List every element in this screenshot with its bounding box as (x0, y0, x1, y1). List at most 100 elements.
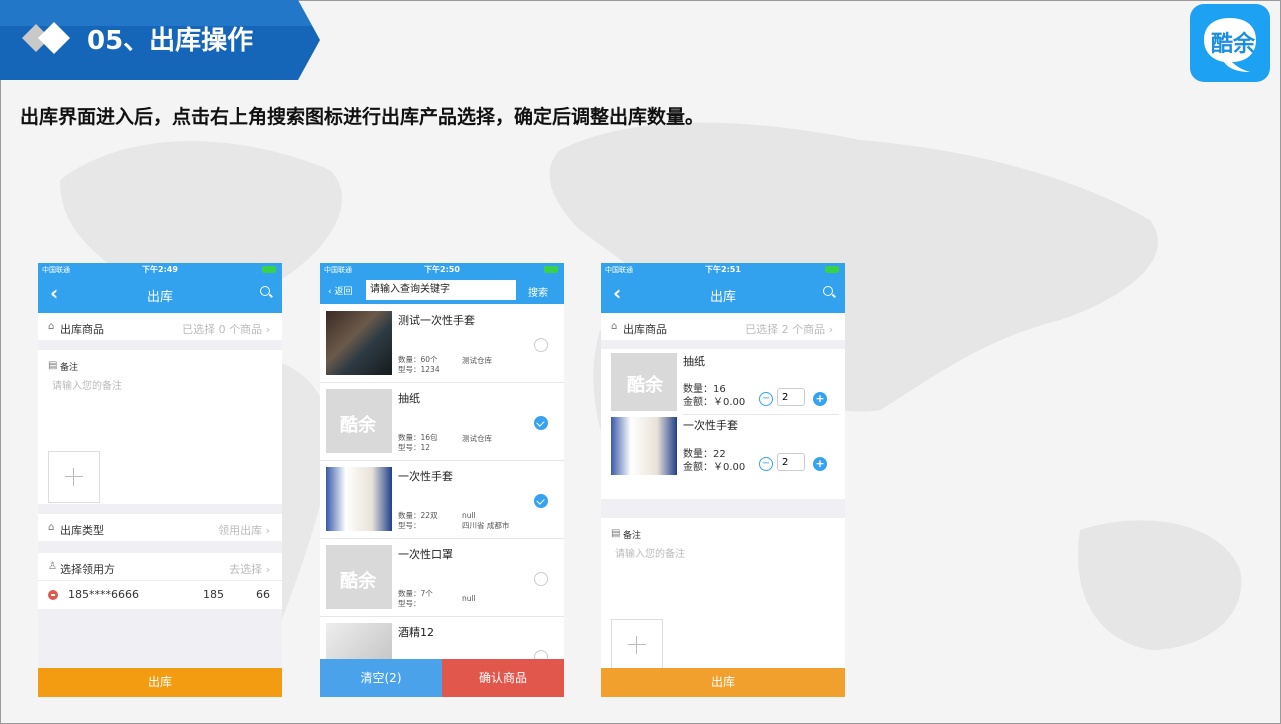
product-location: 测试仓库 (462, 356, 492, 365)
status-time: 下午2:51 (705, 265, 741, 274)
receiver-label: 选择领用方 (60, 563, 115, 576)
product-location-city: 四川省 成都市 (462, 521, 510, 530)
status-time: 下午2:49 (142, 265, 178, 274)
list-item[interactable]: 酷余 抽纸 数量：16包 型号：12 测试仓库 (320, 383, 564, 461)
note-icon: ▤ (611, 528, 621, 539)
status-bar: 中国联通 下午2:50 (320, 263, 564, 277)
goods-label: 出库商品 (60, 323, 104, 336)
remark-input[interactable]: 请输入您的备注 (615, 545, 685, 560)
remark-section: ▤ 备注 请输入您的备注 (601, 518, 845, 671)
selected-goods-list: 酷余 抽纸 数量：16 金额：￥0.00 − 2 + 一次性手套 数量：22 金… (601, 349, 845, 499)
product-amount: 金额：￥0.00 (683, 462, 746, 473)
product-qty: 数量：7个 (398, 589, 433, 598)
outbound-type-row[interactable]: ⌂ 出库类型 领用出库 › (38, 514, 282, 541)
product-qty: 数量：16包 (398, 433, 438, 442)
phone-screen-outbound-empty: 中国联通 下午2:49 ‹ 出库 ⌂ 出库商品 已选择 0 个商品 › ▤ 备注… (38, 263, 282, 697)
product-name: 测试一次性手套 (398, 314, 475, 327)
search-icon[interactable] (823, 286, 833, 296)
outbound-goods-row[interactable]: ⌂ 出库商品 已选择 0 个商品 › (38, 313, 282, 340)
type-value: 领用出库 › (218, 524, 270, 537)
search-button[interactable]: 搜索 (528, 284, 548, 299)
search-icon[interactable] (260, 286, 270, 296)
product-location: 测试仓库 (462, 434, 492, 443)
warehouse-icon: ⌂ (48, 321, 55, 332)
status-time: 下午2:50 (424, 265, 460, 274)
phone-screen-outbound-selected: 中国联通 下午2:51 ‹ 出库 ⌂ 出库商品 已选择 2 个商品 › 酷余 抽… (601, 263, 845, 697)
person-icon: ♙ (48, 561, 57, 572)
receiver-row[interactable]: ♙ 选择领用方 去选择 › (38, 553, 282, 581)
product-amount: 金额：￥0.00 (683, 397, 746, 408)
type-label: 出库类型 (60, 524, 104, 537)
nav-bar: ‹ 出库 (38, 277, 282, 313)
product-name: 抽纸 (683, 355, 705, 368)
product-location: null (462, 511, 476, 520)
product-thumbnail (326, 311, 392, 375)
page-title: 05、出库操作 (87, 26, 254, 56)
product-name: 酒精12 (398, 626, 434, 639)
remark-label: 备注 (623, 531, 642, 541)
product-thumbnail (611, 417, 677, 475)
battery-icon (825, 266, 839, 273)
warehouse-icon: ⌂ (611, 321, 618, 332)
add-photo-button[interactable] (48, 451, 100, 503)
goods-value: 已选择 0 个商品 › (182, 323, 270, 336)
search-input[interactable]: 请输入查询关键字 (366, 280, 516, 300)
clear-button[interactable]: 清空(2) (320, 659, 442, 697)
product-thumbnail (326, 467, 392, 531)
back-button[interactable]: ‹ 返回 (328, 284, 352, 297)
outbound-submit-button[interactable]: 出库 (601, 668, 845, 697)
minus-icon[interactable]: − (759, 392, 773, 406)
battery-icon (262, 266, 276, 273)
list-item[interactable]: 酷余 一次性口罩 数量：7个 型号： null (320, 539, 564, 617)
product-placeholder-image: 酷余 (326, 545, 392, 609)
product-model: 型号：1234 (398, 365, 440, 374)
status-bar: 中国联通 下午2:51 (601, 263, 845, 277)
list-item[interactable]: 一次性手套 数量：22双 型号： null 四川省 成都市 (320, 461, 564, 539)
receiver-phone-mid: 185 (203, 588, 224, 601)
product-qty: 数量：22 (683, 449, 726, 460)
confirm-products-button[interactable]: 确认商品 (442, 659, 564, 697)
product-placeholder-image: 酷余 (611, 353, 677, 411)
logo-text: 酷余 (1211, 32, 1256, 57)
receiver-value: 去选择 › (229, 563, 270, 576)
quantity-input[interactable]: 2 (777, 453, 805, 471)
remark-label: 备注 (60, 363, 79, 373)
plus-icon[interactable]: + (813, 392, 827, 406)
product-qty: 数量：60个 (398, 355, 438, 364)
outbound-goods-row[interactable]: ⌂ 出库商品 已选择 2 个商品 › (601, 313, 845, 340)
select-radio-checked[interactable] (534, 416, 548, 430)
plus-icon[interactable]: + (813, 457, 827, 471)
receiver-phone-end: 66 (256, 588, 270, 601)
nav-title: 出库 (146, 290, 173, 305)
status-bar: 中国联通 下午2:49 (38, 263, 282, 277)
select-radio-checked[interactable] (534, 494, 548, 508)
outbound-submit-button[interactable]: 出库 (38, 668, 282, 697)
remark-input[interactable]: 请输入您的备注 (52, 377, 122, 392)
product-location: null (462, 594, 476, 603)
remark-section: ▤ 备注 请输入您的备注 (38, 350, 282, 504)
product-name: 一次性手套 (683, 419, 738, 432)
instruction-text: 出库界面进入后，点击右上角搜索图标进行出库产品选择，确定后调整出库数量。 (20, 106, 705, 128)
nav-title: 出库 (709, 290, 736, 305)
add-photo-button[interactable] (611, 619, 663, 671)
search-bar: ‹ 返回 请输入查询关键字 搜索 (320, 277, 564, 304)
note-icon: ▤ (48, 360, 58, 371)
list-item[interactable]: 测试一次性手套 数量：60个 型号：1234 测试仓库 (320, 305, 564, 383)
select-radio[interactable] (534, 338, 548, 352)
receiver-item: 185****6666 185 66 (38, 581, 282, 609)
minus-icon[interactable]: − (759, 457, 773, 471)
receiver-phone: 185****6666 (68, 588, 139, 601)
goods-value: 已选择 2 个商品 › (745, 323, 833, 336)
product-placeholder-image: 酷余 (326, 389, 392, 453)
goods-label: 出库商品 (623, 323, 667, 336)
product-name: 一次性手套 (398, 470, 453, 483)
select-radio[interactable] (534, 572, 548, 586)
nav-bar: ‹ 出库 (601, 277, 845, 313)
product-qty: 数量：22双 (398, 511, 438, 520)
phone-screen-product-search: 中国联通 下午2:50 ‹ 返回 请输入查询关键字 搜索 测试一次性手套 数量：… (320, 263, 564, 697)
list-item: 一次性手套 数量：22 金额：￥0.00 − 2 + (601, 417, 845, 481)
quantity-input[interactable]: 2 (777, 388, 805, 406)
product-model: 型号： (398, 521, 421, 530)
product-model: 型号：12 (398, 443, 431, 452)
type-icon: ⌂ (48, 522, 55, 533)
